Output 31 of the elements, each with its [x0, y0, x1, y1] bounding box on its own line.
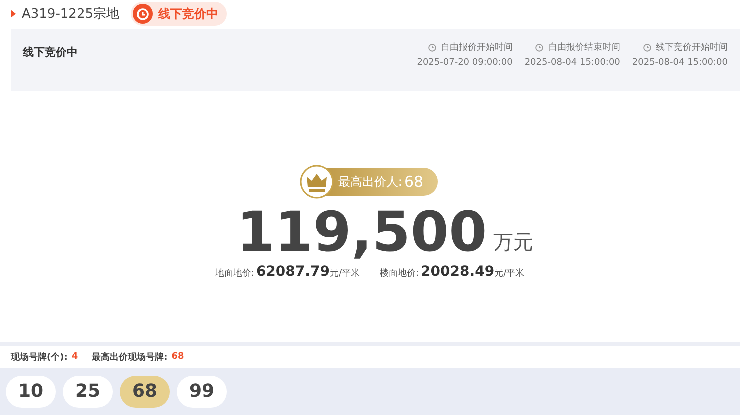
time-label: 自由报价结束时间 — [548, 42, 620, 54]
summary-value: 68 — [172, 352, 184, 362]
unit-price-unit: 元/平米 — [330, 268, 360, 280]
clock-icon — [428, 43, 437, 52]
time-label: 自由报价开始时间 — [440, 42, 513, 54]
unit-price-unit: 元/平米 — [494, 268, 525, 280]
paddle-number-chip[interactable]: 10 — [6, 376, 56, 408]
parcel-title: A319-1225宗地 — [22, 6, 120, 23]
unit-price-label: 地面地价: — [215, 268, 254, 280]
alarm-clock-icon — [133, 4, 154, 24]
paddle-number-chip[interactable]: 99 — [177, 376, 227, 408]
summary-label: 最高出价现场号牌: — [92, 351, 168, 364]
panel-title: 线下竞价中 — [23, 45, 78, 61]
paddle-number-chip[interactable]: 68 — [120, 376, 170, 408]
summary-value: 4 — [72, 352, 78, 362]
crown-icon — [300, 165, 334, 199]
price-amount: 119,500 — [236, 202, 488, 262]
unit-price-value: 62087.79 — [256, 264, 330, 280]
time-label: 线下竞价开始时间 — [656, 42, 728, 54]
triangle-icon — [11, 10, 16, 18]
paddle-number-chip[interactable]: 25 — [63, 376, 113, 408]
time-value: 2025-08-04 15:00:00 — [632, 58, 728, 68]
price-unit: 万元 — [493, 229, 534, 256]
time-value: 2025-08-04 15:00:00 — [524, 58, 620, 68]
unit-price-value: 20028.49 — [421, 264, 495, 280]
clock-icon — [643, 43, 652, 52]
status-badge: 线下竞价中 — [131, 2, 228, 26]
unit-price-label: 楼面地价: — [380, 268, 420, 280]
summary-label: 现场号牌(个): — [11, 352, 68, 364]
time-value: 2025-07-20 09:00:00 — [417, 58, 513, 68]
clock-icon — [535, 43, 544, 52]
